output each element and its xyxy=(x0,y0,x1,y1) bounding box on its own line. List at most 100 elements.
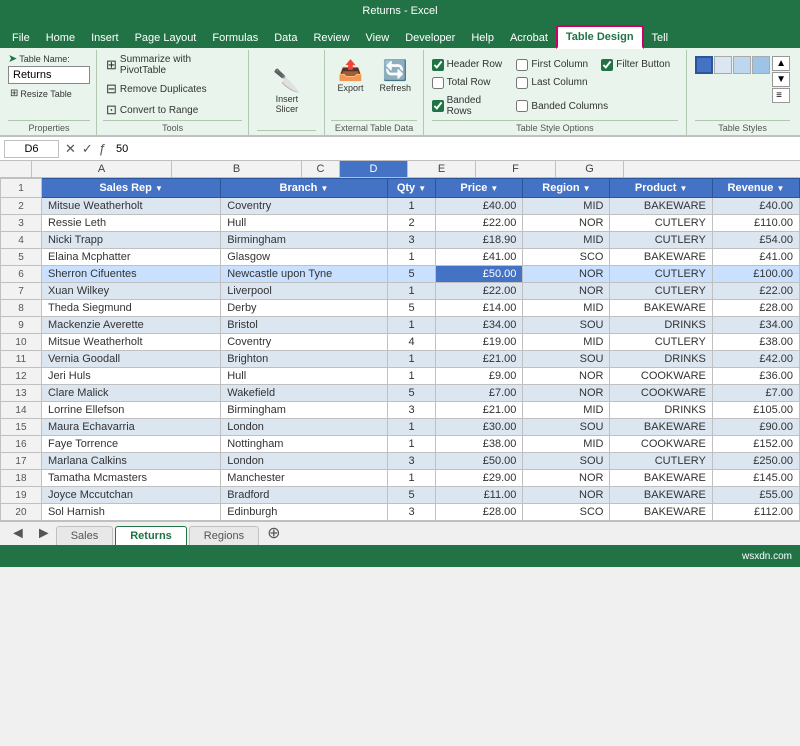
price-cell[interactable]: £30.00 xyxy=(436,419,523,436)
ribbon-tab-formulas[interactable]: Formulas xyxy=(204,28,266,48)
data-cell[interactable]: 5 xyxy=(387,385,436,402)
table-name-input[interactable] xyxy=(8,66,90,84)
data-cell[interactable]: CUTLERY xyxy=(610,232,712,249)
convert-range-button[interactable]: ⊡ Convert to Range xyxy=(103,100,242,120)
data-cell[interactable]: BAKEWARE xyxy=(610,504,712,521)
data-cell[interactable]: SOU xyxy=(523,453,610,470)
data-cell[interactable]: London xyxy=(221,453,387,470)
ribbon-tab-review[interactable]: Review xyxy=(305,28,357,48)
data-cell[interactable]: NOR xyxy=(523,470,610,487)
col-header-a[interactable]: A xyxy=(32,161,172,177)
revenue-cell[interactable]: £40.00 xyxy=(712,198,799,215)
revenue-cell[interactable]: £152.00 xyxy=(712,436,799,453)
data-cell[interactable]: Sol Harnish xyxy=(41,504,220,521)
price-cell[interactable]: £50.00 xyxy=(436,453,523,470)
table-row[interactable]: 15Maura EchavarriaLondon1£30.00SOUBAKEWA… xyxy=(1,419,800,436)
price-cell[interactable]: £28.00 xyxy=(436,504,523,521)
data-cell[interactable]: SOU xyxy=(523,419,610,436)
price-cell[interactable]: £11.00 xyxy=(436,487,523,504)
data-cell[interactable]: 3 xyxy=(387,402,436,419)
revenue-cell[interactable]: £41.00 xyxy=(712,249,799,266)
data-cell[interactable]: Tamatha Mcmasters xyxy=(41,470,220,487)
data-cell[interactable]: 1 xyxy=(387,283,436,300)
table-row[interactable]: 4Nicki TrappBirmingham3£18.90MIDCUTLERY£… xyxy=(1,232,800,249)
data-cell[interactable]: COOKWARE xyxy=(610,368,712,385)
price-cell[interactable]: £19.00 xyxy=(436,334,523,351)
cell-ref-box[interactable]: D6 xyxy=(4,140,59,158)
table-row[interactable]: 10Mitsue WeatherholtCoventry4£19.00MIDCU… xyxy=(1,334,800,351)
insert-function-icon[interactable]: ƒ xyxy=(99,141,106,157)
data-cell[interactable]: Edinburgh xyxy=(221,504,387,521)
table-row[interactable]: 16Faye TorrenceNottingham1£38.00MIDCOOKW… xyxy=(1,436,800,453)
data-cell[interactable]: DRINKS xyxy=(610,317,712,334)
revenue-cell[interactable]: £54.00 xyxy=(712,232,799,249)
price-cell[interactable]: £21.00 xyxy=(436,351,523,368)
revenue-cell[interactable]: £34.00 xyxy=(712,317,799,334)
data-cell[interactable]: Marlana Calkins xyxy=(41,453,220,470)
data-cell[interactable]: Newcastle upon Tyne xyxy=(221,266,387,283)
sheet-nav-left-icon[interactable]: ◄ xyxy=(4,523,32,545)
data-cell[interactable]: Lorrine Ellefson xyxy=(41,402,220,419)
table-row[interactable]: 9Mackenzie AveretteBristol1£34.00SOUDRIN… xyxy=(1,317,800,334)
ribbon-tab-tell[interactable]: Tell xyxy=(644,28,677,48)
data-cell[interactable]: Joyce Mccutchan xyxy=(41,487,220,504)
revenue-cell[interactable]: £28.00 xyxy=(712,300,799,317)
data-cell[interactable]: BAKEWARE xyxy=(610,470,712,487)
data-cell[interactable]: Manchester xyxy=(221,470,387,487)
revenue-cell[interactable]: £42.00 xyxy=(712,351,799,368)
style-swatch-1[interactable] xyxy=(695,56,713,74)
banded-rows-checkbox[interactable]: Banded Rows xyxy=(432,93,509,120)
insert-slicer-button[interactable]: 🔪 Insert Slicer xyxy=(257,52,316,130)
col-header-b[interactable]: B xyxy=(172,161,302,177)
col-header-product[interactable]: Product ▼ xyxy=(610,179,712,198)
price-cell[interactable]: £29.00 xyxy=(436,470,523,487)
data-cell[interactable]: 1 xyxy=(387,249,436,266)
col-header-branch[interactable]: Branch ▼ xyxy=(221,179,387,198)
revenue-cell[interactable]: £55.00 xyxy=(712,487,799,504)
data-cell[interactable]: 5 xyxy=(387,300,436,317)
table-row[interactable]: 5Elaina McphatterGlasgow1£41.00SCOBAKEWA… xyxy=(1,249,800,266)
col-header-price[interactable]: Price ▼ xyxy=(436,179,523,198)
data-cell[interactable]: CUTLERY xyxy=(610,453,712,470)
price-cell[interactable]: £34.00 xyxy=(436,317,523,334)
data-cell[interactable]: Nottingham xyxy=(221,436,387,453)
data-cell[interactable]: Glasgow xyxy=(221,249,387,266)
resize-table-button[interactable]: ⊞ Resize Table xyxy=(8,87,90,100)
price-cell[interactable]: £50.00 xyxy=(436,266,523,283)
data-cell[interactable]: Coventry xyxy=(221,198,387,215)
data-cell[interactable]: London xyxy=(221,419,387,436)
data-cell[interactable]: NOR xyxy=(523,385,610,402)
data-cell[interactable]: BAKEWARE xyxy=(610,198,712,215)
data-cell[interactable]: 4 xyxy=(387,334,436,351)
revenue-cell[interactable]: £22.00 xyxy=(712,283,799,300)
sheet-tab-regions[interactable]: Regions xyxy=(189,526,259,545)
revenue-cell[interactable]: £112.00 xyxy=(712,504,799,521)
table-row[interactable]: 11Vernia GoodallBrighton1£21.00SOUDRINKS… xyxy=(1,351,800,368)
last-column-checkbox[interactable]: Last Column xyxy=(516,74,593,91)
table-row[interactable]: 12Jeri HulsHull1£9.00NORCOOKWARE£36.00 xyxy=(1,368,800,385)
data-cell[interactable]: SOU xyxy=(523,317,610,334)
data-cell[interactable]: Clare Malick xyxy=(41,385,220,402)
data-cell[interactable]: 2 xyxy=(387,215,436,232)
data-cell[interactable]: NOR xyxy=(523,215,610,232)
data-cell[interactable]: Liverpool xyxy=(221,283,387,300)
data-cell[interactable]: MID xyxy=(523,436,610,453)
styles-expand-button[interactable]: ▲ ▼ ≡ xyxy=(772,56,790,103)
total-row-checkbox[interactable]: Total Row xyxy=(432,74,509,91)
data-cell[interactable]: Hull xyxy=(221,215,387,232)
table-row[interactable]: 13Clare MalickWakefield5£7.00NORCOOKWARE… xyxy=(1,385,800,402)
cancel-formula-icon[interactable]: ✕ xyxy=(65,141,76,157)
data-cell[interactable]: DRINKS xyxy=(610,402,712,419)
data-cell[interactable]: MID xyxy=(523,334,610,351)
data-cell[interactable]: 1 xyxy=(387,351,436,368)
data-cell[interactable]: Birmingham xyxy=(221,232,387,249)
confirm-formula-icon[interactable]: ✓ xyxy=(82,141,93,157)
data-cell[interactable]: NOR xyxy=(523,368,610,385)
ribbon-tab-page-layout[interactable]: Page Layout xyxy=(127,28,205,48)
data-cell[interactable]: MID xyxy=(523,300,610,317)
col-header-revenue[interactable]: Revenue ▼ xyxy=(712,179,799,198)
add-sheet-icon[interactable]: ⊕ xyxy=(261,523,286,545)
revenue-cell[interactable]: £38.00 xyxy=(712,334,799,351)
data-cell[interactable]: Bristol xyxy=(221,317,387,334)
style-swatch-3[interactable] xyxy=(733,56,751,74)
